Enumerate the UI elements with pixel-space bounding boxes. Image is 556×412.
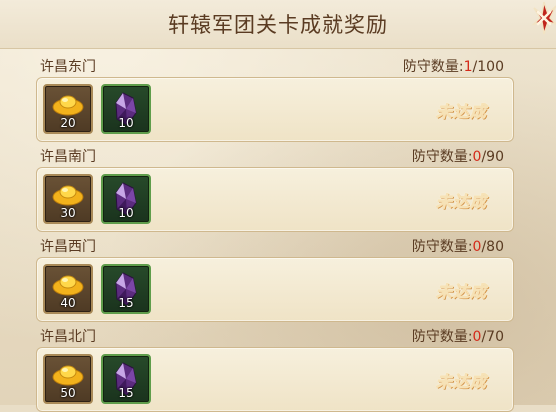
gate-name: 许昌东门 [40,59,96,75]
defense-count: 防守数量:1/100 [403,56,504,76]
reward-quantity: 20 [60,116,76,130]
defense-label: 防守数量: [411,239,473,255]
close-x-icon [531,1,556,35]
defense-count: 防守数量:0/90 [412,146,504,166]
gold-ingot-icon [52,275,84,296]
reward-item-crystal[interactable]: 10 [101,174,151,224]
status-badge: 未达成 [435,102,487,122]
panel-header: 轩辕军团关卡成就奖励 [0,0,556,49]
reward-card: 40 15 未达成 [36,257,514,322]
page-title: 轩辕军团关卡成就奖励 [168,13,388,37]
reward-quantity: 40 [60,296,76,310]
reward-quantity: 10 [118,206,134,220]
defense-total: /80 [481,239,504,255]
reward-quantity: 15 [118,296,134,310]
gate-name: 许昌南门 [40,149,96,165]
reward-card: 50 15 未达成 [36,347,514,412]
defense-label: 防守数量: [402,59,464,75]
reward-item-gold[interactable]: 50 [43,354,93,404]
defense-count: 防守数量:0/70 [412,326,504,346]
reward-item-crystal[interactable]: 15 [101,264,151,314]
defense-label: 防守数量: [411,149,473,165]
defense-total: /90 [481,149,504,165]
gold-ingot-icon [52,365,84,386]
defense-total: /100 [472,59,504,75]
reward-card: 30 10 未达成 [36,167,514,232]
gold-ingot-icon [52,185,84,206]
reward-card: 20 10 未达成 [36,77,514,142]
status-badge: 未达成 [435,372,487,392]
defense-total: /70 [481,329,504,345]
reward-item-gold[interactable]: 40 [43,264,93,314]
reward-quantity: 30 [60,206,76,220]
status-badge: 未达成 [435,192,487,212]
defense-label: 防守数量: [411,329,473,345]
defense-count: 防守数量:0/80 [412,236,504,256]
gate-name: 许昌北门 [40,329,96,345]
gate-name: 许昌西门 [40,239,96,255]
reward-item-crystal[interactable]: 15 [101,354,151,404]
reward-item-gold[interactable]: 30 [43,174,93,224]
reward-item-crystal[interactable]: 10 [101,84,151,134]
status-badge: 未达成 [435,282,487,302]
reward-quantity: 10 [118,116,134,130]
defense-current: 1 [463,59,473,75]
close-button[interactable] [512,0,556,48]
reward-quantity: 50 [60,386,76,400]
reward-quantity: 15 [118,386,134,400]
reward-item-gold[interactable]: 20 [43,84,93,134]
gold-ingot-icon [52,95,84,116]
